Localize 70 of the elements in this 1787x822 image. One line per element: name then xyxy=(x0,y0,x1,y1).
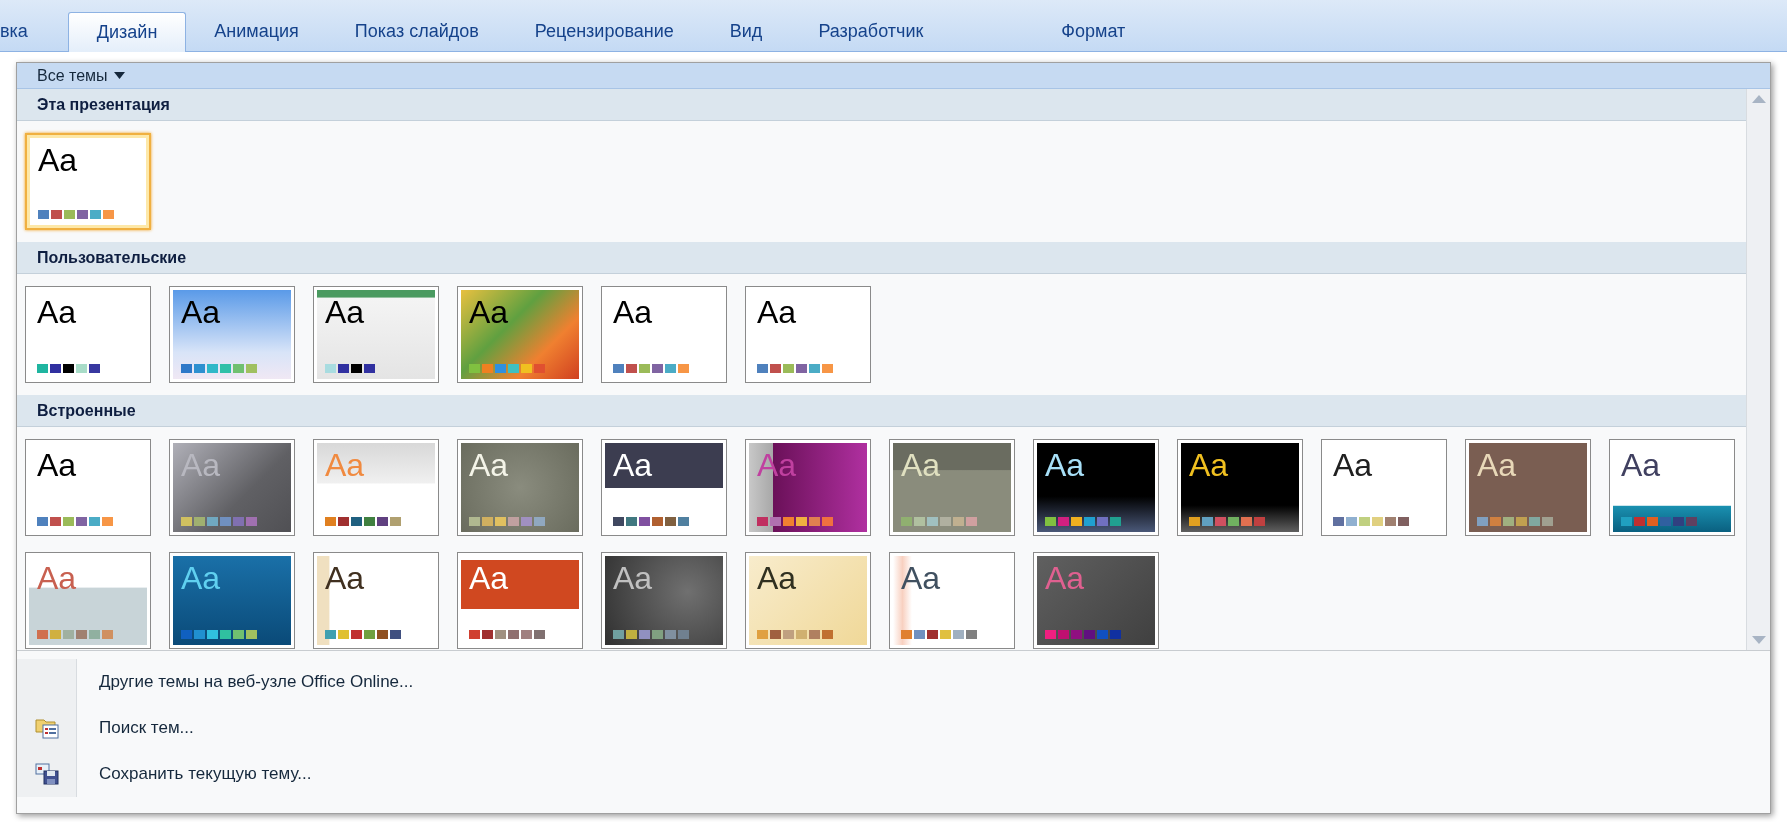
theme-sample-text: Aa xyxy=(37,562,78,594)
menu-item[interactable]: Сохранить текущую тему... xyxy=(99,761,312,787)
theme-thumbnail[interactable]: Aa xyxy=(601,439,727,536)
theme-sample-text: Aa xyxy=(469,449,510,481)
theme-thumbnail[interactable]: Aa xyxy=(1177,439,1303,536)
theme-thumbnail[interactable]: Aa xyxy=(889,552,1015,649)
theme-thumbnail[interactable]: Aa xyxy=(169,286,295,383)
caret-icon xyxy=(113,72,125,79)
theme-sample-text: Aa xyxy=(757,296,798,328)
theme-sample-text: Aa xyxy=(757,562,798,594)
theme-thumbnail[interactable]: Aa xyxy=(25,439,151,536)
theme-thumbnail[interactable]: Aa xyxy=(745,286,871,383)
theme-thumbnail[interactable]: Aa xyxy=(1321,439,1447,536)
theme-sample-text: Aa xyxy=(901,562,942,594)
ribbon-tab[interactable]: Анимация xyxy=(186,11,327,51)
theme-sample-text: Aa xyxy=(181,562,222,594)
theme-thumbnail[interactable]: Aa xyxy=(457,439,583,536)
menu-item[interactable]: Поиск тем... xyxy=(99,715,194,741)
theme-sample-text: Aa xyxy=(1621,449,1662,481)
theme-thumbnail[interactable]: Aa xyxy=(1033,439,1159,536)
theme-thumbnail[interactable]: Aa xyxy=(25,133,151,230)
theme-sample-text: Aa xyxy=(1477,449,1518,481)
theme-sample-text: Aa xyxy=(613,296,654,328)
theme-sample-text: Aa xyxy=(38,144,79,176)
scroll-up-icon[interactable] xyxy=(1751,95,1766,103)
theme-sample-text: Aa xyxy=(901,449,942,481)
scrollbar[interactable] xyxy=(1746,89,1770,650)
theme-sample-text: Aa xyxy=(325,562,366,594)
theme-sample-text: Aa xyxy=(613,562,654,594)
theme-thumbnail[interactable]: Aa xyxy=(169,552,295,649)
gallery-group-header: Встроенные xyxy=(17,395,1746,427)
theme-sample-text: Aa xyxy=(1045,562,1086,594)
theme-sample-text: Aa xyxy=(469,562,510,594)
ribbon-tab[interactable]: вка xyxy=(0,11,28,51)
gallery-group-header: Эта презентация xyxy=(17,89,1746,121)
theme-sample-text: Aa xyxy=(325,449,366,481)
theme-thumbnail[interactable]: Aa xyxy=(25,552,151,649)
theme-thumbnail[interactable]: Aa xyxy=(457,286,583,383)
theme-sample-text: Aa xyxy=(325,296,366,328)
folder-icon xyxy=(34,717,59,739)
theme-sample-text: Aa xyxy=(613,449,654,481)
ribbon-tab[interactable]: Формат xyxy=(1001,11,1186,51)
theme-sample-text: Aa xyxy=(37,296,78,328)
ribbon-tab[interactable]: Разработчик xyxy=(790,11,952,51)
theme-thumbnail[interactable]: Aa xyxy=(601,552,727,649)
theme-sample-text: Aa xyxy=(181,449,222,481)
theme-thumbnail[interactable]: Aa xyxy=(313,552,439,649)
theme-thumbnail[interactable]: Aa xyxy=(1465,439,1591,536)
theme-sample-text: Aa xyxy=(37,449,78,481)
gallery-group-header: Пользовательские xyxy=(17,242,1746,274)
menu-item[interactable]: Другие темы на веб-узле Office Online... xyxy=(99,669,414,695)
ribbon-tab[interactable]: Вид xyxy=(701,11,791,51)
theme-sample-text: Aa xyxy=(181,296,222,328)
theme-thumbnail[interactable]: Aa xyxy=(457,552,583,649)
theme-thumbnail[interactable]: Aa xyxy=(889,439,1015,536)
theme-thumbnail[interactable]: Aa xyxy=(25,286,151,383)
theme-thumbnail[interactable]: Aa xyxy=(1609,439,1735,536)
theme-thumbnail[interactable]: Aa xyxy=(745,552,871,649)
theme-sample-text: Aa xyxy=(1333,449,1374,481)
ribbon-tab[interactable]: Рецензирование xyxy=(506,11,702,51)
scroll-down-icon[interactable] xyxy=(1751,636,1766,644)
save-icon xyxy=(34,763,59,785)
ribbon-tab[interactable]: Показ слайдов xyxy=(326,11,507,51)
theme-thumbnail[interactable]: Aa xyxy=(313,286,439,383)
theme-thumbnail[interactable]: Aa xyxy=(601,286,727,383)
theme-sample-text: Aa xyxy=(1045,449,1086,481)
ribbon-tab[interactable]: Дизайн xyxy=(67,12,187,52)
filter-dropdown[interactable]: Все темы xyxy=(37,63,125,88)
theme-sample-text: Aa xyxy=(1189,449,1230,481)
theme-sample-text: Aa xyxy=(469,296,510,328)
